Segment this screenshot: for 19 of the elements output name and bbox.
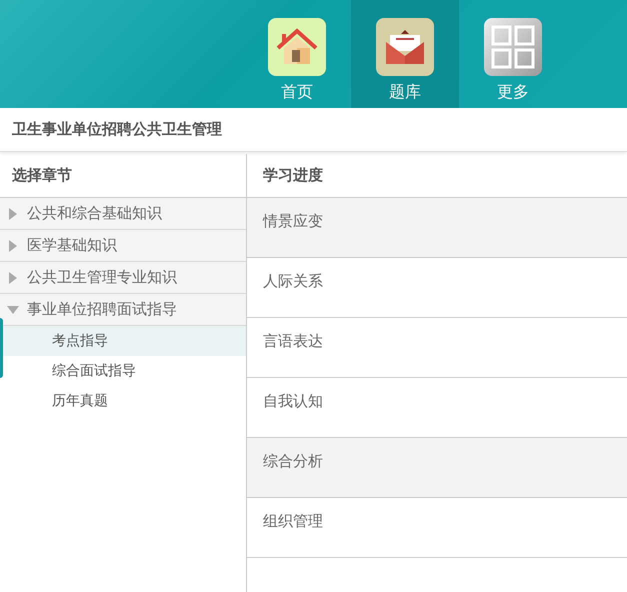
progress-item[interactable]: 综合分析 [247, 438, 627, 498]
caret-right-icon [9, 208, 17, 220]
caret-down-icon [7, 306, 19, 314]
chapter-item[interactable]: 公共和综合基础知识 [0, 198, 246, 230]
chapter-item[interactable]: 公共卫生管理专业知识 [0, 262, 246, 294]
nav-tab[interactable]: 首页 [243, 0, 351, 108]
chapter-item[interactable]: 事业单位招聘面试指导 [0, 294, 246, 326]
envelope-icon [376, 18, 434, 76]
caret-right-icon [9, 240, 17, 252]
nav-tab[interactable]: 题库 [351, 0, 459, 108]
page-title: 卫生事业单位招聘公共卫生管理 [0, 108, 627, 152]
house-icon [268, 18, 326, 76]
chapter-item[interactable]: 医学基础知识 [0, 230, 246, 262]
edge-marker [0, 318, 3, 378]
grid-icon [484, 18, 542, 76]
progress-item[interactable]: 情景应变 [247, 198, 627, 258]
nav-tab[interactable]: 更多 [459, 0, 567, 108]
section-item[interactable]: 考点指导 [0, 326, 246, 356]
caret-right-icon [9, 272, 17, 284]
